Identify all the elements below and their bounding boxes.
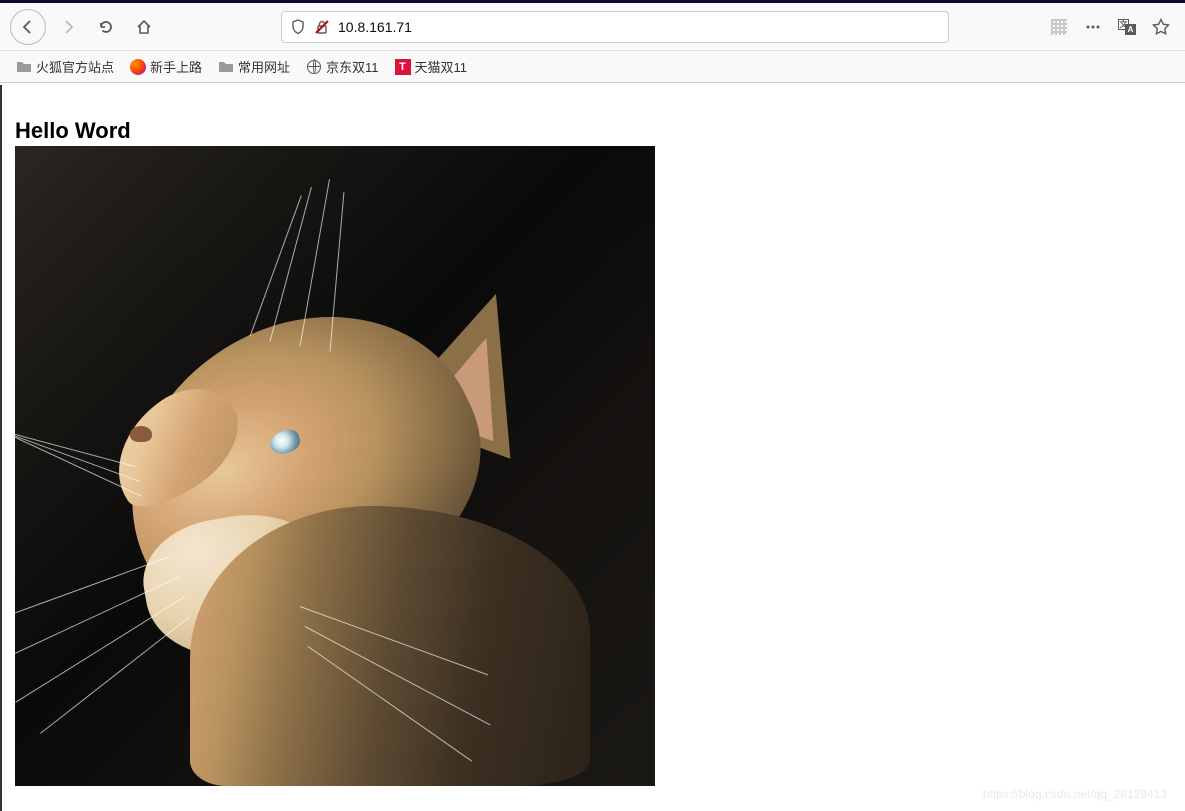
shield-icon[interactable] (290, 19, 306, 35)
bookmark-label: 常用网址 (238, 57, 290, 76)
bookmark-label: 天猫双11 (415, 57, 468, 76)
browser-toolbar: 文A (0, 3, 1185, 51)
home-icon (136, 19, 152, 35)
bookmark-star-icon[interactable] (1147, 13, 1175, 41)
forward-button[interactable] (52, 11, 84, 43)
url-input[interactable] (338, 19, 940, 35)
bookmark-label: 新手上路 (150, 57, 202, 76)
qr-icon[interactable] (1045, 13, 1073, 41)
bookmark-getting-started[interactable]: 新手上路 (124, 53, 208, 80)
reload-icon (98, 19, 114, 35)
url-bar[interactable] (281, 11, 949, 43)
firefox-icon (130, 59, 146, 75)
content-left-divider (0, 85, 2, 811)
bookmarks-bar: 火狐官方站点 新手上路 常用网址 京东双11 T 天猫双11 (0, 51, 1185, 83)
back-arrow-icon (20, 19, 36, 35)
folder-icon (218, 59, 234, 75)
globe-icon (306, 59, 322, 75)
lock-insecure-icon[interactable] (314, 19, 330, 35)
translate-icon[interactable]: 文A (1113, 13, 1141, 41)
urlbar-container (281, 11, 949, 43)
page-content: Hello Word (0, 103, 1185, 801)
reload-button[interactable] (90, 11, 122, 43)
folder-icon (16, 59, 32, 75)
watermark-text: https://blog.csdn.net/qq_28129413 (983, 787, 1167, 801)
bookmark-common-sites[interactable]: 常用网址 (212, 53, 296, 80)
back-button[interactable] (10, 9, 46, 45)
cat-image (15, 146, 655, 786)
tmall-icon: T (395, 59, 411, 75)
page-heading: Hello Word (15, 118, 1170, 144)
bookmark-jd[interactable]: 京东双11 (300, 53, 385, 80)
toolbar-right: 文A (1045, 13, 1175, 41)
forward-arrow-icon (60, 19, 76, 35)
overflow-menu-icon[interactable] (1079, 13, 1107, 41)
home-button[interactable] (128, 11, 160, 43)
bookmark-label: 火狐官方站点 (36, 57, 114, 76)
bookmark-label: 京东双11 (326, 57, 379, 76)
bookmark-tmall[interactable]: T 天猫双11 (389, 53, 474, 80)
bookmark-firefox-official[interactable]: 火狐官方站点 (10, 53, 120, 80)
